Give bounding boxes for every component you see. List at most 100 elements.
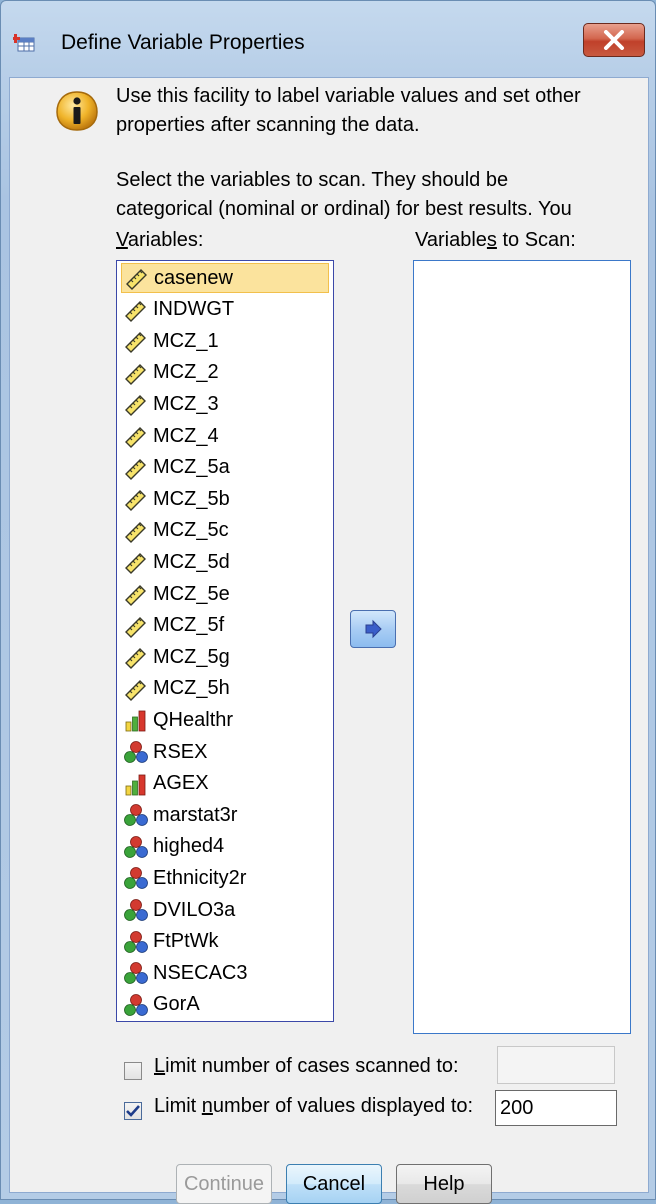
variable-name: GorA <box>153 993 200 1016</box>
nominal-circles-icon <box>124 930 148 953</box>
dialog-window: Define Variable Properties Use this faci… <box>0 0 656 1204</box>
variable-list-item[interactable]: MCZ_1 <box>121 326 329 356</box>
limit-values-label[interactable]: Limit number of values displayed to: <box>154 1092 473 1121</box>
variable-name: QHealthr <box>153 708 234 731</box>
scale-ruler-icon <box>125 300 146 322</box>
variables-list[interactable]: casenew INDWGT MCZ_1 MCZ_2 MCZ_3 MCZ_4 MCZ_5a M… <box>116 260 334 1022</box>
scale-ruler-icon <box>125 427 146 448</box>
continue-button[interactable]: Continue <box>176 1164 272 1204</box>
variable-list-item[interactable]: MCZ_3 <box>121 389 329 419</box>
scale-ruler-icon <box>125 585 146 606</box>
ordinal-bars-icon <box>125 774 146 795</box>
variable-name: DVILO3a <box>153 898 236 921</box>
variable-name: MCZ_5b <box>153 487 230 510</box>
variable-list-item[interactable]: MCZ_5b <box>121 484 329 514</box>
variable-name: marstat3r <box>153 803 238 826</box>
nominal-circles-icon <box>124 899 148 921</box>
nominal-circles-icon <box>124 804 148 827</box>
variable-list-item[interactable]: MCZ_5e <box>121 579 329 609</box>
ordinal-bars-icon <box>125 710 146 732</box>
variable-name: Ethnicity2r <box>153 866 247 889</box>
variable-name: MCZ_3 <box>153 392 219 415</box>
variable-list-item[interactable]: MCZ_5a <box>121 453 329 483</box>
arrow-right-icon <box>365 619 382 639</box>
help-button[interactable]: Help <box>396 1164 492 1204</box>
scale-ruler-icon <box>125 458 146 480</box>
info-icon <box>56 91 98 131</box>
variable-list-item[interactable]: RSEX <box>121 737 329 767</box>
variable-list-item[interactable]: MCZ_5g <box>121 642 329 672</box>
scale-ruler-icon <box>125 648 146 670</box>
variable-list-item[interactable]: MCZ_5h <box>121 674 329 704</box>
checkmark-icon <box>126 1105 140 1117</box>
limit-cases-label[interactable]: Limit number of cases scanned to: <box>154 1052 459 1081</box>
nominal-circles-icon <box>124 867 148 890</box>
variable-list-item[interactable]: MCZ_4 <box>121 421 329 451</box>
close-icon <box>604 30 624 50</box>
variable-list-item[interactable]: marstat3r <box>121 800 329 830</box>
variable-name: NSECAC3 <box>153 961 248 984</box>
scale-ruler-icon <box>125 332 146 354</box>
dialog-content: Use this facility to label variable valu… <box>9 77 649 1204</box>
variable-name: RSEX <box>153 740 208 763</box>
variable-name: AGEX <box>153 772 209 795</box>
close-button[interactable] <box>583 23 645 57</box>
variable-list-item[interactable]: AGEX <box>121 769 329 799</box>
nominal-circles-icon <box>124 741 148 763</box>
variable-name: MCZ_2 <box>153 361 219 384</box>
instructions-line-1: Select the variables to scan. They shoul… <box>116 169 509 191</box>
variable-list-item[interactable]: casenew <box>121 263 329 293</box>
instructions-line-2: categorical (nominal or ordinal) for bes… <box>116 198 572 220</box>
variable-list-item[interactable]: highed4 <box>121 832 329 862</box>
variable-name: MCZ_4 <box>153 424 219 447</box>
variable-name: MCZ_5c <box>153 519 229 542</box>
variable-name: MCZ_5e <box>153 582 230 605</box>
variable-name: MCZ_5g <box>153 645 230 668</box>
cancel-button[interactable]: Cancel <box>286 1164 382 1204</box>
variable-list-item[interactable]: DVILO3a <box>121 895 329 925</box>
variable-list-item[interactable]: Ethnicity2r <box>121 863 329 893</box>
nominal-circles-icon <box>124 993 148 1016</box>
window-title: Define Variable Properties <box>61 31 305 54</box>
variable-name: highed4 <box>153 835 225 858</box>
variable-name: FtPtWk <box>153 930 219 953</box>
variable-name: MCZ_5h <box>153 677 230 700</box>
scale-ruler-icon <box>126 269 147 290</box>
scale-ruler-icon <box>125 553 146 575</box>
scale-ruler-icon <box>125 616 146 638</box>
title-bar[interactable]: Define Variable Properties <box>1 1 655 77</box>
variable-name: INDWGT <box>153 298 235 321</box>
scale-ruler-icon <box>125 363 146 385</box>
move-to-scan-button[interactable] <box>350 610 396 648</box>
define-properties-icon <box>13 34 35 52</box>
info-text-line-2: properties after scanning the data. <box>116 114 420 136</box>
variable-list-item[interactable]: NSECAC3 <box>121 958 329 988</box>
nominal-circles-icon <box>124 835 148 858</box>
variable-list-item[interactable]: FtPtWk <box>121 927 329 957</box>
variables-to-scan-list[interactable] <box>413 260 631 1034</box>
variable-name: MCZ_1 <box>153 329 219 352</box>
limit-cases-checkbox[interactable] <box>124 1062 142 1080</box>
scale-ruler-icon <box>125 679 146 701</box>
limit-values-input[interactable] <box>495 1090 617 1126</box>
scale-ruler-icon <box>125 395 146 417</box>
variable-list-item[interactable]: MCZ_5d <box>121 547 329 577</box>
variables-to-scan-label: Variables to Scan: <box>415 229 576 251</box>
variable-name: casenew <box>154 266 233 289</box>
scale-ruler-icon <box>125 521 146 543</box>
variable-list-item[interactable]: MCZ_2 <box>121 358 329 388</box>
variable-list-item[interactable]: QHealthr <box>121 705 329 735</box>
variable-name: MCZ_5a <box>153 456 230 479</box>
scale-ruler-icon <box>125 490 146 512</box>
variable-name: MCZ_5f <box>153 614 225 637</box>
variable-list-item[interactable]: INDWGT <box>121 295 329 325</box>
nominal-circles-icon <box>124 962 148 985</box>
variable-list-item[interactable]: MCZ_5c <box>121 516 329 546</box>
variable-list-item[interactable]: MCZ_5f <box>121 611 329 641</box>
limit-cases-input[interactable] <box>497 1046 615 1084</box>
info-text-line-1: Use this facility to label variable valu… <box>116 85 581 107</box>
variable-name: MCZ_5d <box>153 550 230 573</box>
variables-label: Variables: <box>116 229 204 251</box>
limit-values-checkbox[interactable] <box>124 1102 142 1120</box>
variable-list-item[interactable]: GorA <box>121 990 329 1020</box>
